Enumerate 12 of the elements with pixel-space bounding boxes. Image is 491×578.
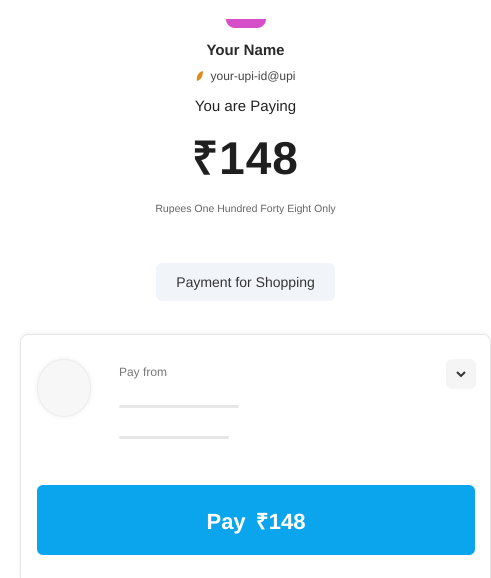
paying-heading: You are Paying (194, 98, 296, 115)
payee-name: Your Name (206, 42, 285, 59)
pay-button[interactable]: Pay ₹148 (37, 485, 475, 555)
leaf-icon (196, 71, 203, 81)
expand-button[interactable] (446, 359, 476, 389)
upi-id: your-upi-id@upi (210, 69, 296, 83)
pay-from-label: Pay from (119, 365, 168, 379)
chevron-icon (455, 370, 467, 378)
payment-note: Payment for Shopping (156, 263, 335, 301)
avatar (226, 19, 266, 28)
amount-in-words: Rupees One Hundred Forty Eight Only (155, 203, 336, 215)
amount: ₹148 (192, 131, 299, 186)
